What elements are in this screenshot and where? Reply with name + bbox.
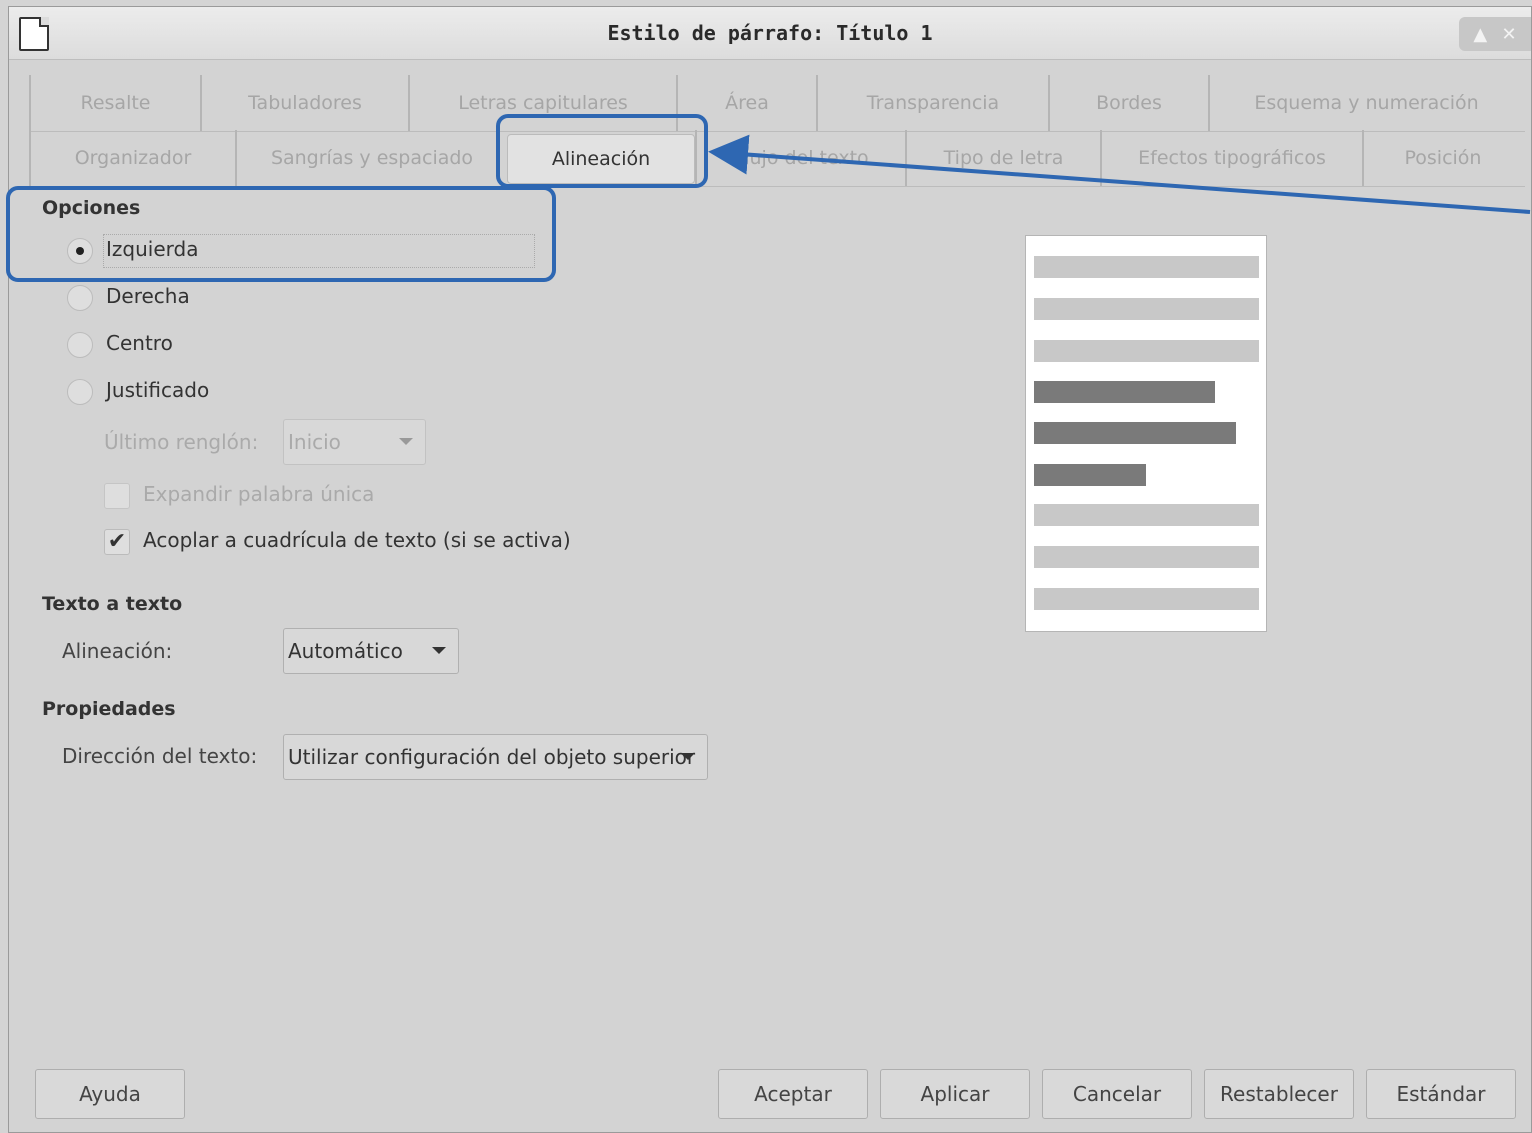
- annotation-arrow-line: [708, 134, 1531, 214]
- annotation-arrow: [708, 134, 1531, 214]
